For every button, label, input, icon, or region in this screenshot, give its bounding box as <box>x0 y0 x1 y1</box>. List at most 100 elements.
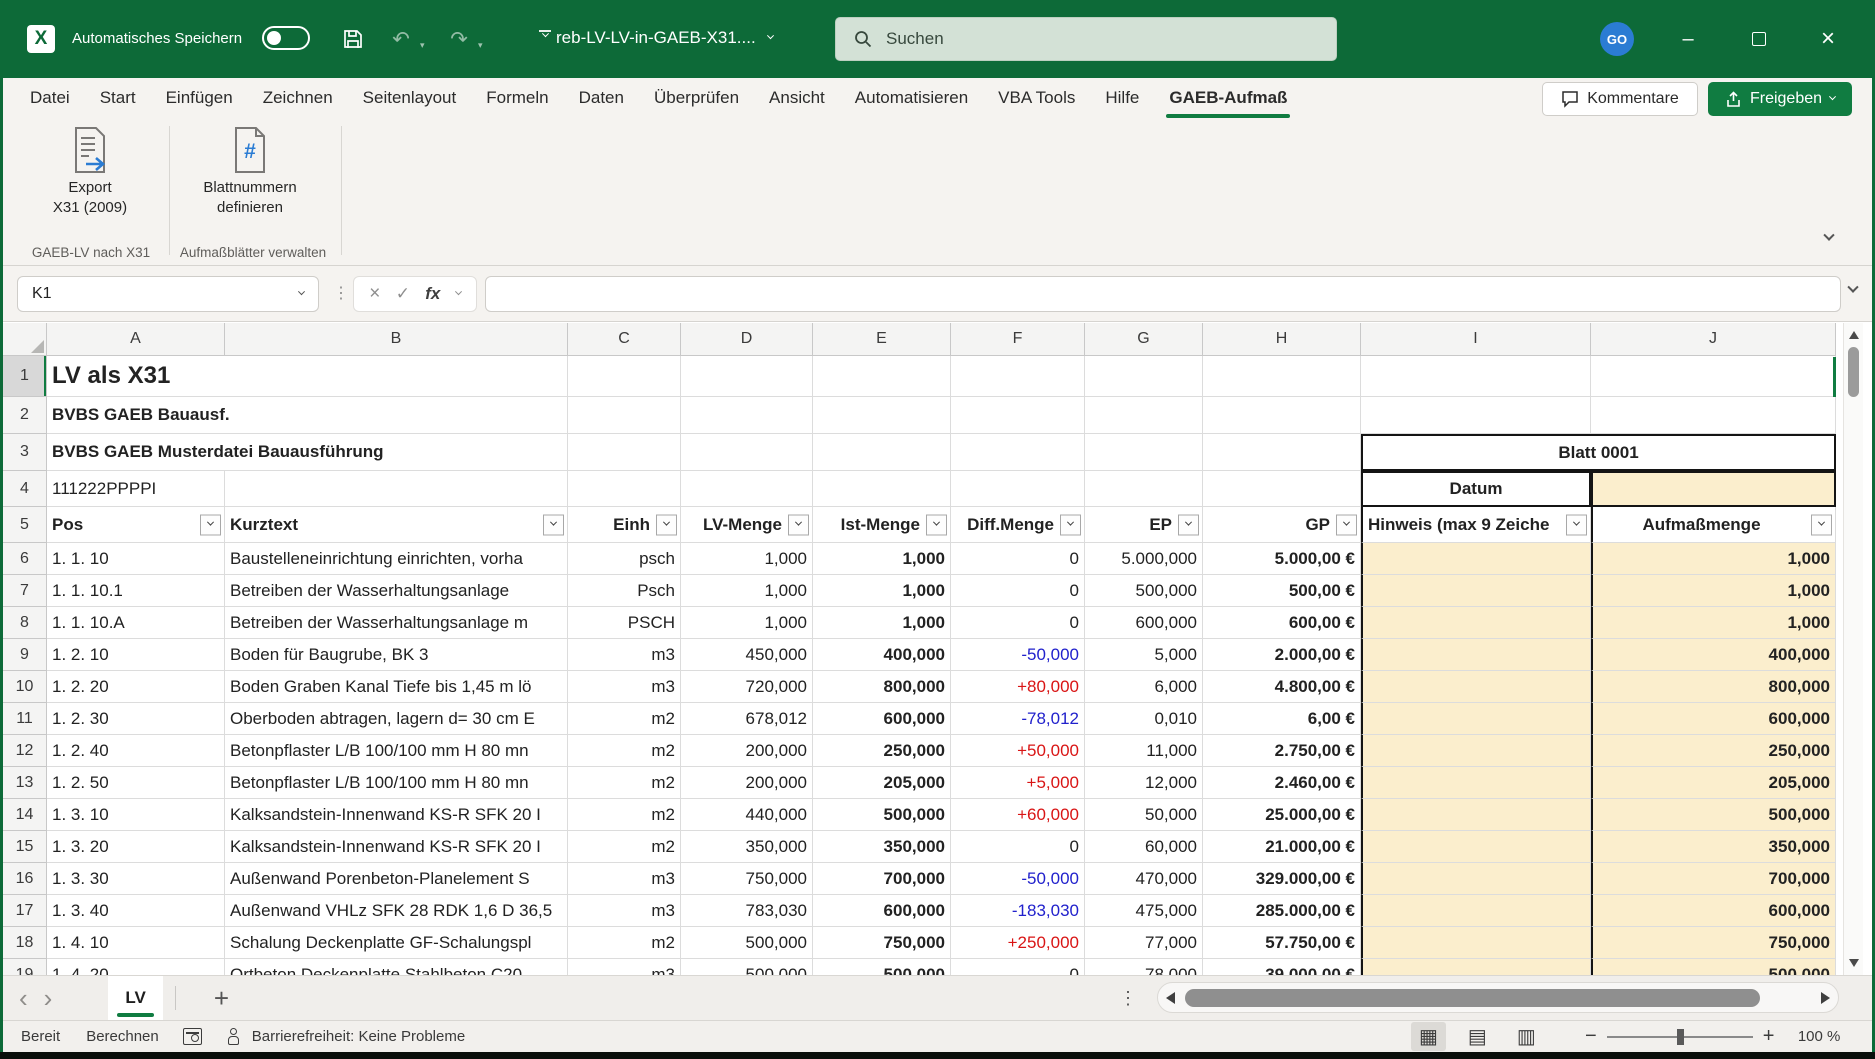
ribbon-tab--berpr-fen[interactable]: Überprüfen <box>639 78 754 118</box>
zoom-in-icon[interactable]: + <box>1763 1025 1775 1048</box>
macro-record-icon[interactable] <box>183 1028 202 1045</box>
cell-kurztext[interactable]: Außenwand VHLz SFK 28 RDK 1,6 D 36,5 <box>225 895 568 927</box>
cell-gp[interactable]: 500,00 € <box>1203 575 1361 607</box>
sheetbar-dots-icon[interactable]: ⋮ <box>1119 988 1138 1009</box>
cell-hinweis[interactable] <box>1361 767 1591 799</box>
cell-hinweis[interactable] <box>1361 895 1591 927</box>
cell-diff-menge[interactable]: 0 <box>951 831 1085 863</box>
cell-hinweis[interactable] <box>1361 831 1591 863</box>
header-ist-menge[interactable]: Ist-Menge <box>813 507 951 543</box>
cell-ep[interactable]: 6,000 <box>1085 671 1203 703</box>
cell-ep[interactable]: 475,000 <box>1085 895 1203 927</box>
cell-kurztext[interactable]: Schalung Deckenplatte GF-Schalungspl <box>225 927 568 959</box>
cell-ist-menge[interactable]: 750,000 <box>813 927 951 959</box>
cell-ist-menge[interactable]: 700,000 <box>813 863 951 895</box>
cell-hinweis[interactable] <box>1361 799 1591 831</box>
cell-kurztext[interactable]: Außenwand Porenbeton-Planelement S <box>225 863 568 895</box>
cell-gp[interactable]: 2.460,00 € <box>1203 767 1361 799</box>
cell-einh[interactable]: m3 <box>568 863 681 895</box>
cell-kurztext[interactable]: Boden Graben Kanal Tiefe bis 1,45 m lö <box>225 671 568 703</box>
column-header-f[interactable]: F <box>951 323 1085 356</box>
cell-ist-menge[interactable]: 600,000 <box>813 703 951 735</box>
cell-einh[interactable]: m3 <box>568 671 681 703</box>
cell-hinweis[interactable] <box>1361 703 1591 735</box>
cell-gp[interactable]: 39.000,00 € <box>1203 959 1361 975</box>
cell-aufmassmenge[interactable]: 400,000 <box>1591 639 1836 671</box>
row-header-18[interactable]: 18 <box>3 927 47 959</box>
ribbon-tab-daten[interactable]: Daten <box>564 78 639 118</box>
ribbon-tab-datei[interactable]: Datei <box>15 78 85 118</box>
cell-pos[interactable]: 1. 3. 30 <box>47 863 225 895</box>
cell-hinweis[interactable] <box>1361 607 1591 639</box>
cell-ist-menge[interactable]: 1,000 <box>813 607 951 639</box>
formula-bar-dots-icon[interactable]: ⋮ <box>333 283 349 303</box>
cell-ist-menge[interactable]: 400,000 <box>813 639 951 671</box>
page-break-view-icon[interactable]: ▥ <box>1509 1022 1544 1051</box>
scroll-up-icon[interactable] <box>1849 331 1859 339</box>
row-header-5[interactable]: 5 <box>3 507 47 543</box>
cell-lv-menge[interactable]: 350,000 <box>681 831 813 863</box>
cell-blatt[interactable]: Blatt 0001 <box>1361 434 1836 471</box>
cell-hinweis[interactable] <box>1361 735 1591 767</box>
zoom-slider-thumb[interactable] <box>1677 1029 1684 1045</box>
header-diff-menge[interactable]: Diff.Menge <box>951 507 1085 543</box>
cell-ep[interactable]: 470,000 <box>1085 863 1203 895</box>
cell-lv-menge[interactable]: 440,000 <box>681 799 813 831</box>
header-ep[interactable]: EP <box>1085 507 1203 543</box>
vertical-scrollbar[interactable] <box>1843 323 1863 975</box>
cell-ep[interactable]: 12,000 <box>1085 767 1203 799</box>
cell-pos[interactable]: 1. 3. 20 <box>47 831 225 863</box>
row-header-3[interactable]: 3 <box>3 434 47 471</box>
row-header-10[interactable]: 10 <box>3 671 47 703</box>
export-x31-button[interactable]: ExportX31 (2009) <box>25 126 155 219</box>
cell-ep[interactable]: 5.000,000 <box>1085 543 1203 575</box>
row-header-4[interactable]: 4 <box>3 471 47 507</box>
cell-gp[interactable]: 5.000,00 € <box>1203 543 1361 575</box>
cell-aufmassmenge[interactable]: 500,000 <box>1591 799 1836 831</box>
cell-lv-menge[interactable]: 200,000 <box>681 767 813 799</box>
redo-icon[interactable]: ↷ <box>446 26 472 52</box>
minimize-button[interactable]: – <box>1665 0 1711 78</box>
ribbon-tab-einf-gen[interactable]: Einfügen <box>151 78 248 118</box>
cell-lv-menge[interactable]: 720,000 <box>681 671 813 703</box>
filter-button[interactable] <box>1178 514 1199 535</box>
undo-chevron-icon[interactable]: ▾ <box>420 40 425 51</box>
cell-lv-menge[interactable]: 678,012 <box>681 703 813 735</box>
zoom-level[interactable]: 100 % <box>1784 1028 1840 1045</box>
cell-ist-menge[interactable]: 1,000 <box>813 575 951 607</box>
cell-gp[interactable]: 285.000,00 € <box>1203 895 1361 927</box>
close-button[interactable]: × <box>1805 0 1851 78</box>
ribbon-tab-ansicht[interactable]: Ansicht <box>754 78 840 118</box>
cell-diff-menge[interactable]: +80,000 <box>951 671 1085 703</box>
cell-pos[interactable]: 1. 2. 20 <box>47 671 225 703</box>
cell-ist-menge[interactable]: 250,000 <box>813 735 951 767</box>
cell-aufmassmenge[interactable]: 1,000 <box>1591 575 1836 607</box>
cell-hinweis[interactable] <box>1361 639 1591 671</box>
header-kurztext[interactable]: Kurztext <box>225 507 568 543</box>
zoom-slider[interactable] <box>1607 1036 1753 1038</box>
cell-aufmassmenge[interactable]: 205,000 <box>1591 767 1836 799</box>
row-header-16[interactable]: 16 <box>3 863 47 895</box>
cell-j4[interactable] <box>1591 471 1836 507</box>
row-header-14[interactable]: 14 <box>3 799 47 831</box>
cell-diff-menge[interactable]: +250,000 <box>951 927 1085 959</box>
cell-diff-menge[interactable]: -78,012 <box>951 703 1085 735</box>
cell-pos[interactable]: 1. 2. 10 <box>47 639 225 671</box>
ribbon-tab-automatisieren[interactable]: Automatisieren <box>840 78 983 118</box>
cell-pos[interactable]: 1. 2. 30 <box>47 703 225 735</box>
excel-app-icon[interactable]: X <box>27 25 55 53</box>
cell-kurztext[interactable]: Kalksandstein-Innenwand KS-R SFK 20 I <box>225 831 568 863</box>
cell-einh[interactable]: m2 <box>568 703 681 735</box>
cell-aufmassmenge[interactable]: 800,000 <box>1591 671 1836 703</box>
cell-ep[interactable]: 78,000 <box>1085 959 1203 975</box>
cell-diff-menge[interactable]: +50,000 <box>951 735 1085 767</box>
cell-gp[interactable]: 6,00 € <box>1203 703 1361 735</box>
row-header-9[interactable]: 9 <box>3 639 47 671</box>
normal-view-icon[interactable]: ▦ <box>1411 1022 1446 1051</box>
header-lv-menge[interactable]: LV-Menge <box>681 507 813 543</box>
cell-kurztext[interactable]: Kalksandstein-Innenwand KS-R SFK 20 I <box>225 799 568 831</box>
horizontal-scroll-thumb[interactable] <box>1185 989 1760 1007</box>
cell-einh[interactable]: psch <box>568 543 681 575</box>
row-header-6[interactable]: 6 <box>3 543 47 575</box>
cell-diff-menge[interactable]: 0 <box>951 543 1085 575</box>
